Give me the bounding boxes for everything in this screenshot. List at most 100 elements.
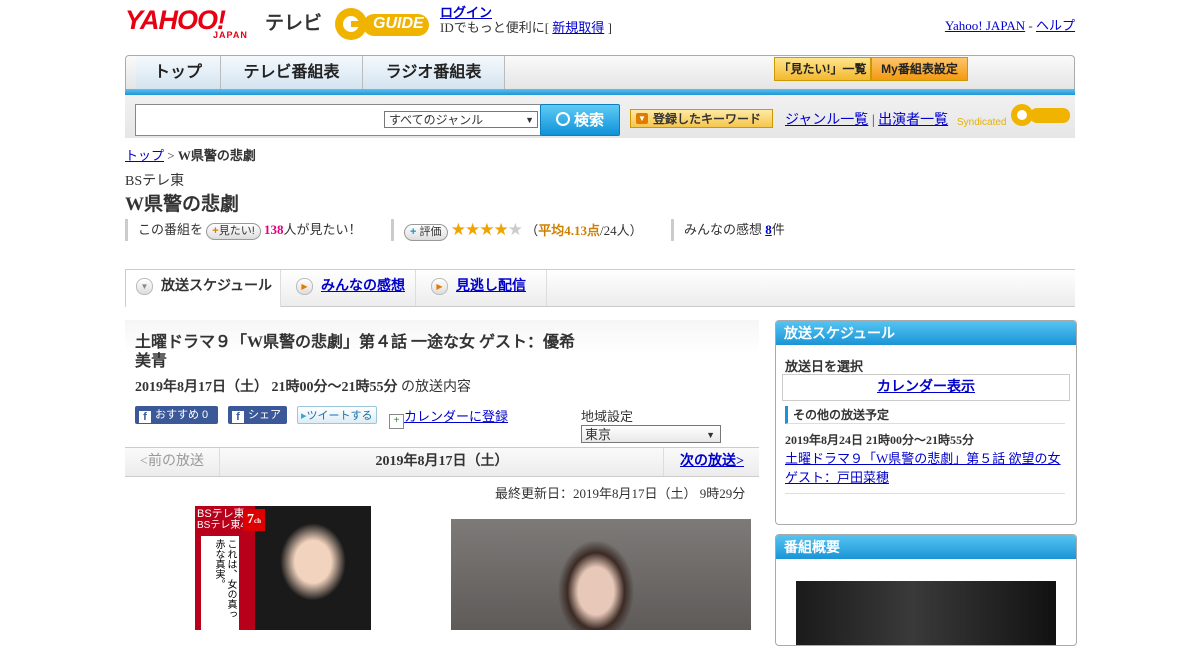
tab-reviews[interactable]: ▶ みんなの感想 — [282, 270, 416, 306]
login-suffix: ] — [607, 20, 612, 35]
want-button[interactable]: +見たい! — [206, 222, 261, 240]
program-stats: この番組を +見たい! 138人が見たい！ + 評価 ★★★★★ （平均4.13… — [125, 219, 1075, 241]
other-broadcast-date: 2019年8月24日 21時00分～21時55分 — [785, 433, 975, 447]
keyword-button-label: 登録したキーワード — [653, 112, 762, 126]
poster-channel-num: 7 — [247, 512, 254, 527]
schedule-panel: 放送スケジュール 放送日を選択 カレンダー表示 その他の放送予定 2019年8月… — [775, 320, 1077, 525]
signup-link[interactable]: 新規取得 — [552, 20, 604, 35]
calendar-plus-icon: + — [389, 414, 404, 429]
genre-list-link[interactable]: ジャンル一覧 — [785, 113, 868, 128]
page: YAHOO! JAPAN テレビ GUIDE ログイン IDでもっと便利に[ 新… — [125, 0, 1077, 646]
breadcrumb: トップ > W県警の悲劇 — [125, 145, 256, 164]
star-icon: ★ — [479, 220, 494, 239]
program-tabs: ▼ 放送スケジュール ▶ みんなの感想 ▶ 見逃し配信 — [125, 269, 1075, 307]
play-icon: ▶ — [296, 278, 313, 296]
tab-radio-schedule[interactable]: ラジオ番組表 — [363, 56, 505, 89]
other-broadcast-link-label: 土曜ドラマ９「W県警の悲劇」第５話 欲望の女 ゲスト：戸田菜穂 — [785, 451, 1061, 485]
tweet-label: ツイートする — [306, 410, 373, 422]
broadcast-pager: <前の放送 2019年8月17日（土） 次の放送> — [125, 447, 759, 477]
header-separator: - — [1028, 18, 1033, 33]
chevron-down-icon: ▼ — [525, 115, 534, 125]
yahoo-japan-logo[interactable]: YAHOO! JAPAN — [125, 6, 261, 42]
want-button-label: 見たい! — [218, 224, 255, 237]
divider — [785, 493, 1065, 494]
poster-copy: これは、女の真っ赤な真実。 — [201, 536, 239, 630]
login-area: ログイン IDでもっと便利に[ 新規取得 ] — [440, 5, 612, 35]
genre-select[interactable]: すべてのジャンル ▼ — [384, 111, 538, 128]
current-broadcast-date: 2019年8月17日（土） — [375, 454, 509, 469]
triangle-down-icon: ▼ — [636, 113, 648, 124]
other-broadcast-link[interactable]: 土曜ドラマ９「W県警の悲劇」第５話 欲望の女 ゲスト：戸田菜穂 — [785, 449, 1065, 487]
channel-name: BSテレ東 — [125, 174, 185, 189]
facebook-share-button[interactable]: f シェア — [228, 406, 287, 424]
channel-number-badge: 7ch — [243, 509, 265, 531]
login-prefix: IDでもっと便利に[ — [440, 20, 550, 35]
login-link[interactable]: ログイン — [440, 5, 492, 20]
syndicated-gguide-logo: Syndicated — [957, 103, 1072, 128]
star-icon: ★ — [507, 220, 523, 239]
summary-panel-header: 番組概要 — [776, 535, 1076, 559]
last-updated: 最終更新日：2019年8月17日（土） 9時29分 — [495, 486, 746, 501]
facebook-recommend-button[interactable]: f おすすめ 0 — [135, 406, 218, 424]
chevron-down-icon: ▼ — [706, 430, 715, 441]
rating-open: （ — [525, 223, 539, 238]
search-button-label: 検索 — [573, 112, 604, 129]
episode-datetime-row: 2019年8月17日（土） 21時00分～21時55分 の放送内容 — [135, 376, 471, 396]
want-count: 138 — [264, 222, 284, 237]
poster-channel-suffix: ch — [254, 517, 261, 525]
tab-schedule-label: 放送スケジュール — [161, 279, 273, 294]
calendar-link-label: カレンダー表示 — [877, 380, 975, 395]
next-broadcast-label: 次の放送> — [680, 454, 744, 469]
prev-broadcast-link[interactable]: <前の放送 — [125, 448, 220, 476]
star-icon: ★ — [450, 220, 466, 239]
tab-streaming-label: 見逃し配信 — [456, 279, 526, 294]
other-broadcasts-heading: その他の放送予定 — [785, 406, 1065, 424]
region-value: 東京 — [585, 427, 612, 443]
program-poster-image: BSテレ東 BSテレ東4K 7ch これは、女の真っ赤な真実。 — [195, 506, 371, 630]
tab-top[interactable]: トップ — [136, 56, 221, 89]
my-schedule-button[interactable]: My番組表設定 — [871, 57, 968, 81]
star-icon: ★ — [465, 220, 480, 239]
facebook-icon: f — [139, 411, 151, 423]
calendar-register[interactable]: + カレンダーに登録 — [389, 406, 508, 429]
main-nav: トップ テレビ番組表 ラジオ番組表 「見たい!」一覧 My番組表設定 — [125, 55, 1075, 90]
tab-reviews-label: みんなの感想 — [321, 279, 405, 294]
episode-box: 土曜ドラマ９「W県警の悲劇」第４話 一途な女 ゲスト：優希美青 2019年8月1… — [125, 320, 759, 444]
japan-logo-text: JAPAN — [213, 30, 248, 40]
want-list-button[interactable]: 「見たい!」一覧 — [774, 57, 871, 81]
rating-button-label: 評価 — [419, 225, 442, 238]
still-face — [551, 531, 641, 630]
breadcrumb-current: W県警の悲劇 — [177, 148, 256, 163]
tv-logo-text[interactable]: テレビ — [265, 8, 322, 35]
gguide-logo[interactable]: GUIDE — [333, 6, 435, 42]
rating-close: ） — [629, 223, 643, 238]
tab-tv-schedule[interactable]: テレビ番組表 — [221, 56, 363, 89]
keyword-button[interactable]: ▼ 登録したキーワード — [630, 109, 773, 128]
help-link[interactable]: ヘルプ — [1036, 18, 1075, 33]
breadcrumb-home-link[interactable]: トップ — [125, 148, 164, 163]
tab-schedule[interactable]: ▼ 放送スケジュール — [125, 270, 281, 307]
search-button[interactable]: 検索 — [540, 104, 620, 136]
want-group: この番組を +見たい! 138人が見たい！ — [125, 219, 362, 241]
region-setting: 地域設定 東京 ▼ — [581, 406, 759, 444]
gguide-small-icon — [1010, 104, 1070, 126]
breadcrumb-separator: > — [167, 148, 175, 163]
syndicated-label: Syndicated — [957, 117, 1007, 128]
star-icon: ★ — [493, 220, 509, 239]
facebook-share-label: シェア — [248, 409, 281, 421]
calendar-link[interactable]: カレンダー表示 — [782, 374, 1070, 401]
next-broadcast-link[interactable]: 次の放送> — [663, 448, 760, 476]
region-select[interactable]: 東京 ▼ — [581, 425, 721, 444]
cast-list-link[interactable]: 出演者一覧 — [878, 113, 948, 128]
search-icon — [555, 112, 570, 126]
poster-face — [255, 506, 371, 630]
genre-select-value: すべてのジャンル — [389, 113, 484, 127]
yahoo-japan-link[interactable]: Yahoo! JAPAN — [945, 18, 1025, 33]
tab-streaming[interactable]: ▶ 見逃し配信 — [417, 270, 547, 306]
summary-panel: 番組概要 — [775, 534, 1077, 646]
rating-group: + 評価 ★★★★★ （平均4.13点/24人） — [391, 219, 643, 241]
tweet-button[interactable]: ▸ツイートする — [297, 406, 377, 424]
facebook-icon: f — [232, 411, 244, 423]
play-icon: ▶ — [431, 278, 448, 296]
rating-button[interactable]: + 評価 — [404, 223, 448, 241]
